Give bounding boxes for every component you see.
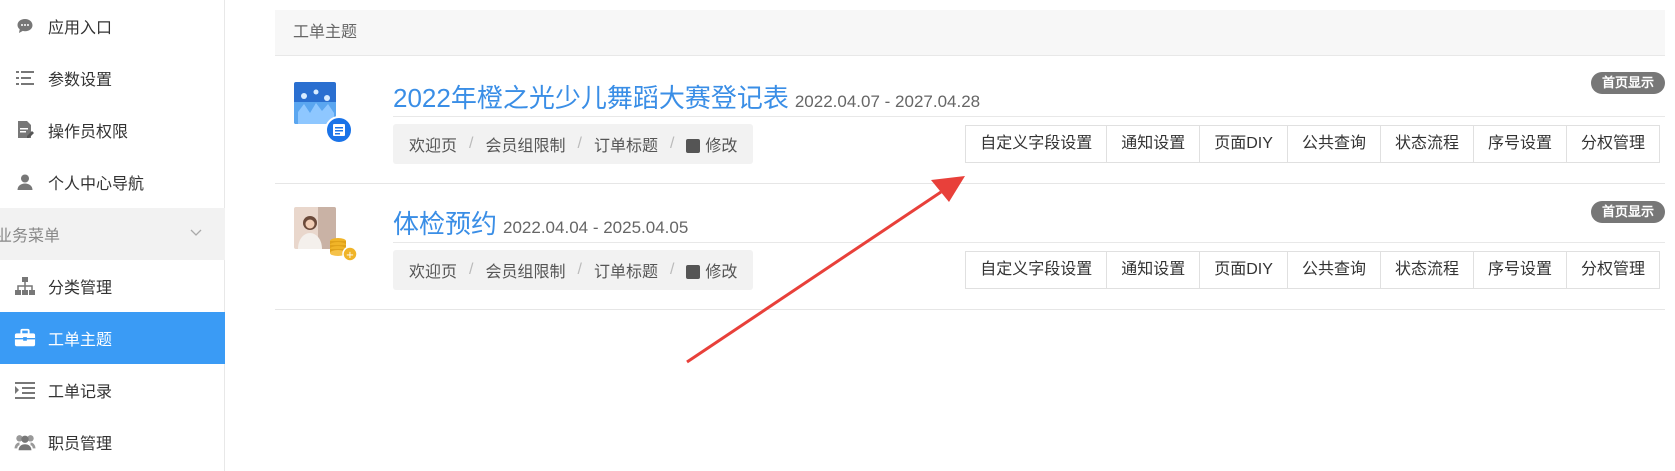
form-icon [325, 116, 353, 144]
crumb-member-group-limit[interactable]: 会员组限制 [485, 132, 565, 156]
custom-fields-button[interactable]: 自定义字段设置 [966, 252, 1108, 288]
sidebar-item-app-entry[interactable]: 应用入口 [0, 0, 225, 52]
row-divider [393, 242, 1665, 243]
topic-title-text[interactable]: 2022年橙之光少儿舞蹈大赛登记表 [393, 83, 789, 113]
list-indent-icon [14, 379, 36, 401]
topic-title[interactable]: 2022年橙之光少儿舞蹈大赛登记表 2022.04.07 - 2027.04.28 [393, 78, 980, 115]
document-edit-icon [14, 119, 36, 141]
page-diy-button[interactable]: 页面DIY [1200, 252, 1288, 288]
status-flow-button[interactable]: 状态流程 [1380, 252, 1474, 288]
homepage-display-tag: 首页显示 [1591, 201, 1665, 223]
sidebar-item-label: 操作员权限 [48, 124, 129, 141]
main-content: 工单主题 2022年橙之光少儿舞蹈大赛登记表 2022.04.07 - 2027.… [225, 0, 1675, 471]
sidebar-item-label: 应用入口 [48, 20, 113, 37]
crumb-edit[interactable]: 修改 [705, 258, 737, 282]
crumb-welcome[interactable]: 欢迎页 [409, 258, 457, 282]
serial-number-settings-button[interactable]: 序号设置 [1473, 252, 1567, 288]
custom-fields-button[interactable]: 自定义字段设置 [966, 126, 1108, 162]
sidebar: 应用入口 参数设置 操作员权限 个人中心导航 业务菜单 分类管理 工单主题 工单… [0, 0, 225, 471]
crumb-order-title[interactable]: 订单标题 [594, 258, 658, 282]
ticket-topic-panel: 工单主题 2022年橙之光少儿舞蹈大赛登记表 2022.04.07 - 2027.… [275, 10, 1665, 310]
page-diy-button[interactable]: 页面DIY [1200, 126, 1288, 162]
list-settings-icon [14, 67, 36, 89]
sidebar-item-label: 参数设置 [48, 72, 113, 89]
svg-text:+: + [346, 250, 354, 261]
crumb-member-group-limit[interactable]: 会员组限制 [485, 258, 565, 282]
edit-icon [686, 265, 701, 279]
coins-icon: + [327, 232, 358, 262]
sidebar-item-category-management[interactable]: 分类管理 [0, 260, 225, 312]
users-icon [14, 431, 36, 453]
public-query-button[interactable]: 公共查询 [1287, 126, 1381, 162]
hierarchy-icon [14, 275, 36, 297]
sidebar-item-params[interactable]: 参数设置 [0, 52, 225, 104]
homepage-display-tag: 首页显示 [1591, 72, 1665, 94]
crumb-edit[interactable]: 修改 [705, 132, 737, 156]
edit-icon [686, 139, 701, 153]
sidebar-item-personal-center[interactable]: 个人中心导航 [0, 156, 225, 208]
topic-date-range: 2022.04.07 - 2027.04.28 [794, 92, 981, 111]
sidebar-item-operator-permissions[interactable]: 操作员权限 [0, 104, 225, 156]
sidebar-item-label: 工单记录 [48, 384, 113, 401]
panel-title: 工单主题 [275, 10, 1665, 56]
permission-management-button[interactable]: 分权管理 [1566, 126, 1659, 162]
sidebar-item-label: 工单主题 [48, 332, 113, 349]
action-button-group: 自定义字段设置 通知设置 页面DIY 公共查询 状态流程 序号设置 分权管理 [965, 125, 1660, 163]
sidebar-item-staff-management[interactable]: 职员管理 [0, 416, 225, 468]
sidebar-item-ticket-topics[interactable]: 工单主题 [0, 312, 225, 364]
topic-date-range: 2022.04.04 - 2025.04.05 [503, 218, 689, 237]
list-item: + 体检预约 2022.04.04 - 2025.04.05 首页显示 欢迎页 /… [275, 184, 1665, 310]
status-flow-button[interactable]: 状态流程 [1380, 126, 1474, 162]
sidebar-item-ticket-records[interactable]: 工单记录 [0, 364, 225, 416]
sidebar-group-label: 业务菜单 [0, 228, 61, 245]
permission-management-button[interactable]: 分权管理 [1566, 252, 1659, 288]
topic-title[interactable]: 体检预约 2022.04.04 - 2025.04.05 [393, 204, 688, 241]
row-divider [393, 116, 1665, 117]
sidebar-group-business-menu[interactable]: 业务菜单 [0, 208, 225, 260]
sidebar-item-label: 分类管理 [48, 280, 113, 297]
notification-settings-button[interactable]: 通知设置 [1107, 126, 1201, 162]
breadcrumb: 欢迎页 / 会员组限制 / 订单标题 / 修改 [393, 124, 754, 164]
serial-number-settings-button[interactable]: 序号设置 [1473, 126, 1567, 162]
action-button-group: 自定义字段设置 通知设置 页面DIY 公共查询 状态流程 序号设置 分权管理 [965, 251, 1660, 289]
list-item: 2022年橙之光少儿舞蹈大赛登记表 2022.04.07 - 2027.04.28… [275, 56, 1665, 184]
notification-settings-button[interactable]: 通知设置 [1107, 252, 1201, 288]
topic-title-text[interactable]: 体检预约 [393, 209, 497, 239]
crumb-order-title[interactable]: 订单标题 [594, 132, 658, 156]
public-query-button[interactable]: 公共查询 [1287, 252, 1381, 288]
breadcrumb: 欢迎页 / 会员组限制 / 订单标题 / 修改 [393, 250, 754, 290]
crumb-welcome[interactable]: 欢迎页 [409, 132, 457, 156]
chevron-down-icon [189, 225, 203, 244]
sidebar-item-label: 职员管理 [48, 436, 113, 453]
briefcase-icon [14, 327, 36, 349]
user-icon [14, 171, 36, 193]
chat-bubble-icon [14, 15, 36, 37]
sidebar-item-label: 个人中心导航 [48, 176, 145, 193]
